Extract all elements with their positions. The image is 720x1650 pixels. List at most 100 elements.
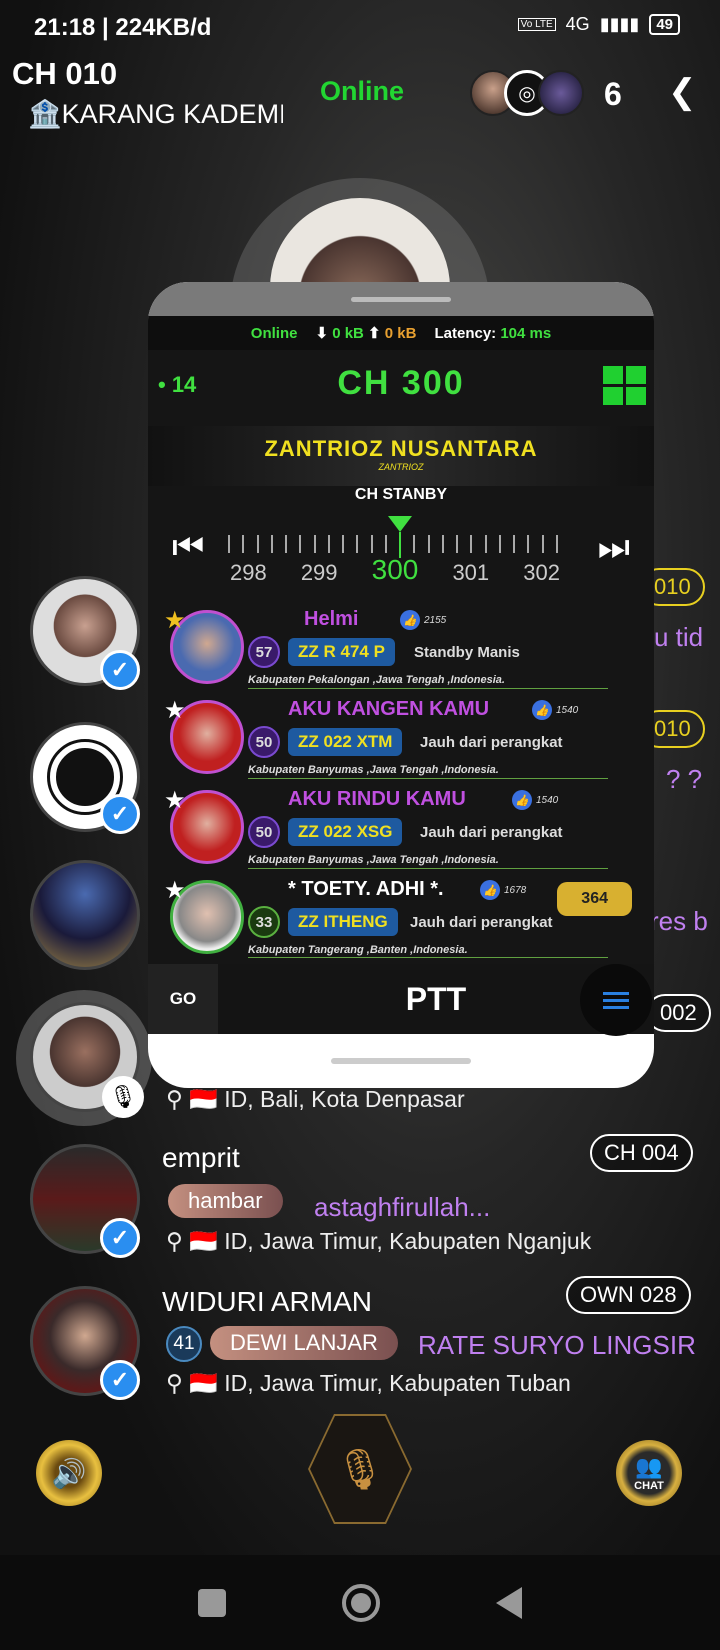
chat-location: ⚲ 🇮🇩 ID, Jawa Timur, Kabupaten Tuban bbox=[166, 1370, 571, 1396]
net-status: Online bbox=[250, 324, 298, 342]
network-stats: Online ⬇ 0 kB ⬆ 0 kB Latency: 104 ms bbox=[148, 316, 654, 350]
chat-location: ⚲ 🇮🇩 ID, Jawa Timur, Kabupaten Nganjuk bbox=[166, 1228, 592, 1254]
room-name: 🏦KARANG KADEMPER bbox=[28, 99, 283, 129]
chat-username: WIDURI ARMAN bbox=[162, 1286, 372, 1317]
home-icon bbox=[351, 1592, 371, 1613]
ptt-user-row[interactable]: ★ 50 AKU RINDU KAMU 👍 1540 ZZ 022 XSG Jau… bbox=[148, 784, 654, 874]
banner-subtitle: ZANTRIOZ bbox=[378, 462, 424, 472]
viewer-avatars[interactable]: ◎ bbox=[470, 70, 584, 116]
chat-button-label: CHAT bbox=[634, 1480, 664, 1492]
chat-message-fragment: u tid bbox=[654, 622, 704, 652]
tuner-pointer bbox=[388, 516, 412, 532]
star-icon: ★ bbox=[164, 697, 186, 724]
tuner-ticks bbox=[228, 532, 558, 558]
recents-button[interactable] bbox=[198, 1588, 226, 1617]
skip-previous-icon: ⏮ bbox=[172, 526, 205, 567]
channel-header: • 14 CH 300 bbox=[148, 352, 654, 424]
chat-username: emprit bbox=[162, 1142, 240, 1173]
thumbs-up-icon: 👍 bbox=[512, 790, 532, 810]
thumbs-up-icon: 👍 bbox=[480, 880, 500, 900]
network-label: 4G bbox=[565, 14, 590, 34]
callsign: ZZ R 474 P bbox=[288, 638, 395, 666]
footer-handle[interactable] bbox=[331, 1058, 471, 1064]
chevron-left-icon: ❮ bbox=[668, 73, 697, 111]
chat-message: RATE SURYO LINGSIR bbox=[418, 1330, 696, 1360]
tuner-frequencies: 298 299 300 301 302 bbox=[230, 554, 560, 586]
channel-tuner[interactable]: ⏮ 298 299 300 301 302 ⏭ bbox=[148, 512, 654, 602]
star-icon: ★ bbox=[164, 877, 186, 904]
chat-location: ⚲ 🇮🇩 ID, Bali, Kota Denpasar bbox=[166, 1086, 465, 1112]
verified-icon: ✓ bbox=[100, 794, 140, 834]
drag-bar bbox=[351, 296, 451, 302]
back-nav-button[interactable] bbox=[496, 1586, 522, 1619]
next-channel-button[interactable]: ⏭ bbox=[598, 526, 630, 569]
channel-title: CH 010 bbox=[12, 56, 118, 91]
ptt-body: Online ⬇ 0 kB ⬆ 0 kB Latency: 104 ms • 1… bbox=[148, 316, 654, 964]
chat-message-fragment: ? ? bbox=[666, 764, 703, 794]
level-badge: 50 bbox=[248, 816, 280, 848]
speaker-button[interactable]: 🔊 bbox=[36, 1440, 102, 1506]
thumbs-up-icon: 👍 bbox=[532, 700, 552, 720]
channel-pill[interactable]: CH 004 bbox=[590, 1134, 693, 1172]
people-icon: 👥 bbox=[635, 1454, 663, 1479]
panel-drag-handle[interactable] bbox=[148, 282, 654, 316]
user-tag: hambar bbox=[168, 1184, 283, 1218]
viewer-avatar[interactable] bbox=[538, 70, 584, 116]
ptt-user-row[interactable]: ★ 33 * TOETY. ADHI *. 👍 1678 364 ZZ ITHEN… bbox=[148, 874, 654, 964]
level-badge: 33 bbox=[248, 906, 280, 938]
like-count: 👍 1540 bbox=[512, 790, 558, 810]
user-name: * TOETY. ADHI *. bbox=[288, 878, 444, 900]
battery-icon: 49 bbox=[649, 14, 680, 35]
seat-avatar[interactable] bbox=[30, 860, 140, 970]
signal-icon: ▮▮▮▮ bbox=[599, 14, 640, 34]
count-badge[interactable]: 364 bbox=[557, 882, 632, 916]
user-tag: DEWI LANJAR bbox=[210, 1326, 398, 1360]
user-location: Kabupaten Banyumas ,Jawa Tengah ,Indones… bbox=[248, 854, 608, 869]
ptt-user-row[interactable]: ★ 57 Helmi 👍 2155 ZZ R 474 P Standby Mani… bbox=[148, 604, 654, 694]
talk-button[interactable]: 🎙 bbox=[308, 1414, 412, 1524]
channel-pill[interactable]: OWN 028 bbox=[566, 1276, 691, 1314]
viewer-count: 6 bbox=[604, 76, 622, 112]
panel-footer bbox=[148, 1034, 654, 1064]
online-status: Online bbox=[320, 76, 405, 106]
verified-icon: ✓ bbox=[100, 1218, 140, 1258]
chat-message: astaghfirullah... bbox=[314, 1192, 491, 1222]
user-name: AKU KANGEN KAMU bbox=[288, 698, 490, 720]
ptt-channel: CH 300 bbox=[337, 364, 465, 402]
ptt-panel: Online ⬇ 0 kB ⬆ 0 kB Latency: 104 ms • 1… bbox=[148, 282, 654, 1088]
user-name: AKU RINDU KAMU bbox=[288, 788, 466, 810]
user-status: Standby Manis bbox=[414, 644, 520, 661]
like-count: 👍 1540 bbox=[532, 700, 578, 720]
chat-button[interactable]: 👥 CHAT bbox=[616, 1440, 682, 1506]
freq-label: 299 bbox=[300, 560, 338, 585]
freq-label-current: 300 bbox=[371, 554, 419, 585]
chat-message-fragment: res b bbox=[650, 906, 708, 936]
like-count: 👍 2155 bbox=[400, 610, 446, 630]
ptt-user-row[interactable]: ★ 50 AKU KANGEN KAMU 👍 1540 ZZ 022 XTM Ja… bbox=[148, 694, 654, 784]
status-time: 21:18 | 224KB/d bbox=[34, 14, 212, 41]
standby-label: CH STANBY bbox=[354, 486, 448, 503]
back-button[interactable]: ❮ bbox=[668, 72, 697, 112]
mic-icon: 🎙 bbox=[102, 1076, 144, 1118]
channel-pill[interactable]: 002 bbox=[646, 994, 711, 1032]
previous-channel-button[interactable]: ⏮ bbox=[172, 526, 204, 569]
menu-icon[interactable] bbox=[580, 964, 652, 1036]
user-location: Kabupaten Tangerang ,Banten ,Indonesia. bbox=[248, 944, 608, 958]
freq-label: 302 bbox=[523, 560, 560, 585]
status-icons: Vo LTE 4G ▮▮▮▮ 49 bbox=[517, 14, 680, 35]
freq-label: 301 bbox=[452, 560, 490, 585]
user-location: Kabupaten Banyumas ,Jawa Tengah ,Indones… bbox=[248, 764, 608, 779]
headphone-icon: ◎ bbox=[518, 82, 536, 105]
mic-icon: 🎙 bbox=[310, 1416, 410, 1522]
star-icon: ★ bbox=[164, 787, 186, 814]
go-button[interactable]: GO bbox=[148, 964, 218, 1034]
verified-icon: ✓ bbox=[100, 650, 140, 690]
volte-icon: Vo LTE bbox=[517, 18, 556, 31]
callsign: ZZ 022 XSG bbox=[288, 818, 403, 846]
home-button[interactable] bbox=[342, 1583, 380, 1622]
skip-next-icon: ⏭ bbox=[597, 526, 630, 567]
windows-icon[interactable] bbox=[603, 366, 646, 405]
user-status: Jauh dari perangkat bbox=[420, 734, 563, 751]
download-stat: ⬇ 0 kB ⬆ 0 kB bbox=[315, 325, 417, 342]
callsign: ZZ 022 XTM bbox=[288, 728, 403, 756]
